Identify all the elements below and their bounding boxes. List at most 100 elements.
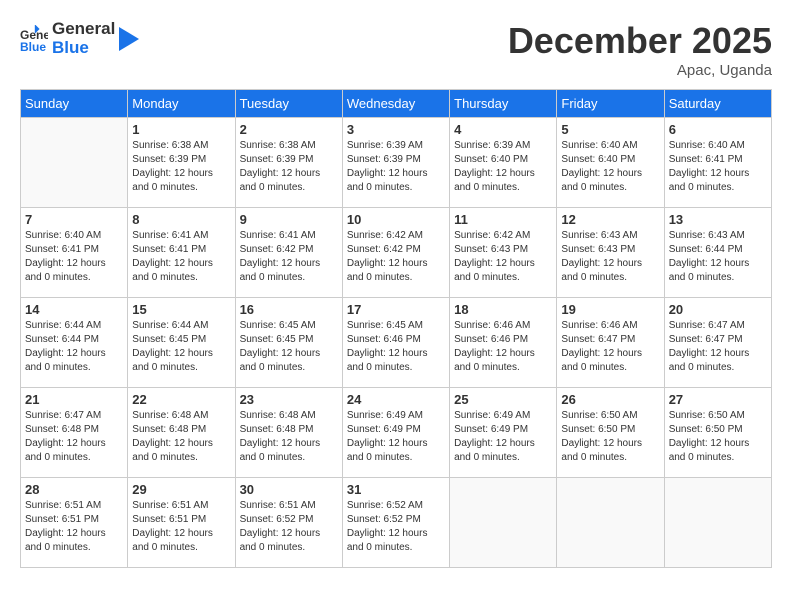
day-info: Sunrise: 6:52 AM Sunset: 6:52 PM Dayligh… <box>347 499 445 555</box>
calendar-cell: 18 Sunrise: 6:46 AM Sunset: 6:46 PM Dayli… <box>450 298 557 388</box>
day-number: 16 <box>240 302 338 317</box>
calendar-cell <box>21 118 128 208</box>
day-info: Sunrise: 6:46 AM Sunset: 6:46 PM Dayligh… <box>454 319 552 375</box>
day-info: Sunrise: 6:44 AM Sunset: 6:45 PM Dayligh… <box>132 319 230 375</box>
day-header-monday: Monday <box>128 90 235 118</box>
day-info: Sunrise: 6:38 AM Sunset: 6:39 PM Dayligh… <box>240 139 338 195</box>
calendar-week-row: 1 Sunrise: 6:38 AM Sunset: 6:39 PM Daylig… <box>21 118 772 208</box>
day-number: 9 <box>240 212 338 227</box>
day-header-wednesday: Wednesday <box>342 90 449 118</box>
calendar-cell: 12 Sunrise: 6:43 AM Sunset: 6:43 PM Dayli… <box>557 208 664 298</box>
day-info: Sunrise: 6:49 AM Sunset: 6:49 PM Dayligh… <box>454 409 552 465</box>
calendar-week-row: 21 Sunrise: 6:47 AM Sunset: 6:48 PM Dayli… <box>21 388 772 478</box>
day-info: Sunrise: 6:44 AM Sunset: 6:44 PM Dayligh… <box>25 319 123 375</box>
location: Apac, Uganda <box>508 62 772 79</box>
day-number: 29 <box>132 482 230 497</box>
day-number: 12 <box>561 212 659 227</box>
day-info: Sunrise: 6:43 AM Sunset: 6:44 PM Dayligh… <box>669 229 767 285</box>
calendar-week-row: 7Sunrise: 6:40 AM Sunset: 6:41 PM Daylig… <box>21 208 772 298</box>
calendar-week-row: 14 Sunrise: 6:44 AM Sunset: 6:44 PM Dayli… <box>21 298 772 388</box>
calendar-header-row: SundayMondayTuesdayWednesdayThursdayFrid… <box>21 90 772 118</box>
day-info: Sunrise: 6:49 AM Sunset: 6:49 PM Dayligh… <box>347 409 445 465</box>
day-info: Sunrise: 6:48 AM Sunset: 6:48 PM Dayligh… <box>240 409 338 465</box>
day-number: 25 <box>454 392 552 407</box>
svg-text:Blue: Blue <box>20 40 46 53</box>
day-number: 26 <box>561 392 659 407</box>
day-number: 1 <box>132 122 230 137</box>
day-info: Sunrise: 6:39 AM Sunset: 6:39 PM Dayligh… <box>347 139 445 195</box>
calendar-week-row: 28 Sunrise: 6:51 AM Sunset: 6:51 PM Dayli… <box>21 478 772 568</box>
day-info: Sunrise: 6:39 AM Sunset: 6:40 PM Dayligh… <box>454 139 552 195</box>
day-info: Sunrise: 6:41 AM Sunset: 6:42 PM Dayligh… <box>240 229 338 285</box>
calendar-cell: 3 Sunrise: 6:39 AM Sunset: 6:39 PM Daylig… <box>342 118 449 208</box>
day-info: Sunrise: 6:48 AM Sunset: 6:48 PM Dayligh… <box>132 409 230 465</box>
logo-icon: General Blue <box>20 25 48 53</box>
calendar-cell: 30 Sunrise: 6:51 AM Sunset: 6:52 PM Dayli… <box>235 478 342 568</box>
calendar-table: SundayMondayTuesdayWednesdayThursdayFrid… <box>20 89 772 568</box>
day-number: 27 <box>669 392 767 407</box>
day-number: 8 <box>132 212 230 227</box>
day-header-thursday: Thursday <box>450 90 557 118</box>
day-info: Sunrise: 6:46 AM Sunset: 6:47 PM Dayligh… <box>561 319 659 375</box>
day-number: 22 <box>132 392 230 407</box>
calendar-cell <box>664 478 771 568</box>
calendar-cell: 27Sunrise: 6:50 AM Sunset: 6:50 PM Dayli… <box>664 388 771 478</box>
logo: General Blue General Blue <box>20 20 139 57</box>
day-number: 10 <box>347 212 445 227</box>
day-info: Sunrise: 6:43 AM Sunset: 6:43 PM Dayligh… <box>561 229 659 285</box>
day-info: Sunrise: 6:51 AM Sunset: 6:51 PM Dayligh… <box>132 499 230 555</box>
day-info: Sunrise: 6:47 AM Sunset: 6:48 PM Dayligh… <box>25 409 123 465</box>
day-number: 4 <box>454 122 552 137</box>
calendar-cell: 16Sunrise: 6:45 AM Sunset: 6:45 PM Dayli… <box>235 298 342 388</box>
day-info: Sunrise: 6:45 AM Sunset: 6:46 PM Dayligh… <box>347 319 445 375</box>
calendar-cell: 24 Sunrise: 6:49 AM Sunset: 6:49 PM Dayli… <box>342 388 449 478</box>
day-number: 28 <box>25 482 123 497</box>
day-info: Sunrise: 6:51 AM Sunset: 6:52 PM Dayligh… <box>240 499 338 555</box>
calendar-cell: 17 Sunrise: 6:45 AM Sunset: 6:46 PM Dayli… <box>342 298 449 388</box>
logo-general-text: General <box>52 20 115 39</box>
logo-arrow-icon <box>119 27 139 51</box>
day-info: Sunrise: 6:38 AM Sunset: 6:39 PM Dayligh… <box>132 139 230 195</box>
calendar-cell <box>557 478 664 568</box>
day-info: Sunrise: 6:50 AM Sunset: 6:50 PM Dayligh… <box>561 409 659 465</box>
calendar-cell: 9 Sunrise: 6:41 AM Sunset: 6:42 PM Daylig… <box>235 208 342 298</box>
calendar-cell: 6 Sunrise: 6:40 AM Sunset: 6:41 PM Daylig… <box>664 118 771 208</box>
day-number: 2 <box>240 122 338 137</box>
day-number: 20 <box>669 302 767 317</box>
calendar-cell: 21 Sunrise: 6:47 AM Sunset: 6:48 PM Dayli… <box>21 388 128 478</box>
day-info: Sunrise: 6:40 AM Sunset: 6:40 PM Dayligh… <box>561 139 659 195</box>
day-number: 3 <box>347 122 445 137</box>
day-number: 11 <box>454 212 552 227</box>
logo-blue-text: Blue <box>52 39 115 58</box>
day-number: 24 <box>347 392 445 407</box>
day-header-friday: Friday <box>557 90 664 118</box>
day-info: Sunrise: 6:40 AM Sunset: 6:41 PM Dayligh… <box>25 229 123 285</box>
day-info: Sunrise: 6:42 AM Sunset: 6:42 PM Dayligh… <box>347 229 445 285</box>
calendar-cell: 10 Sunrise: 6:42 AM Sunset: 6:42 PM Dayli… <box>342 208 449 298</box>
day-number: 14 <box>25 302 123 317</box>
calendar-cell: 14 Sunrise: 6:44 AM Sunset: 6:44 PM Dayli… <box>21 298 128 388</box>
day-number: 13 <box>669 212 767 227</box>
calendar-cell: 22 Sunrise: 6:48 AM Sunset: 6:48 PM Dayli… <box>128 388 235 478</box>
calendar-cell: 19Sunrise: 6:46 AM Sunset: 6:47 PM Dayli… <box>557 298 664 388</box>
day-number: 6 <box>669 122 767 137</box>
page-header: General Blue General Blue December 2025 … <box>20 20 772 79</box>
calendar-cell: 7Sunrise: 6:40 AM Sunset: 6:41 PM Daylig… <box>21 208 128 298</box>
day-number: 5 <box>561 122 659 137</box>
day-number: 18 <box>454 302 552 317</box>
calendar-cell: 28Sunrise: 6:51 AM Sunset: 6:51 PM Dayli… <box>21 478 128 568</box>
calendar-cell: 31 Sunrise: 6:52 AM Sunset: 6:52 PM Dayli… <box>342 478 449 568</box>
day-number: 30 <box>240 482 338 497</box>
day-number: 15 <box>132 302 230 317</box>
day-number: 31 <box>347 482 445 497</box>
calendar-cell: 15 Sunrise: 6:44 AM Sunset: 6:45 PM Dayli… <box>128 298 235 388</box>
calendar-cell: 1 Sunrise: 6:38 AM Sunset: 6:39 PM Daylig… <box>128 118 235 208</box>
month-title: December 2025 <box>508 20 772 62</box>
calendar-cell: 29 Sunrise: 6:51 AM Sunset: 6:51 PM Dayli… <box>128 478 235 568</box>
day-info: Sunrise: 6:40 AM Sunset: 6:41 PM Dayligh… <box>669 139 767 195</box>
day-number: 21 <box>25 392 123 407</box>
calendar-cell: 23Sunrise: 6:48 AM Sunset: 6:48 PM Dayli… <box>235 388 342 478</box>
calendar-cell: 25 Sunrise: 6:49 AM Sunset: 6:49 PM Dayli… <box>450 388 557 478</box>
day-info: Sunrise: 6:47 AM Sunset: 6:47 PM Dayligh… <box>669 319 767 375</box>
day-number: 17 <box>347 302 445 317</box>
